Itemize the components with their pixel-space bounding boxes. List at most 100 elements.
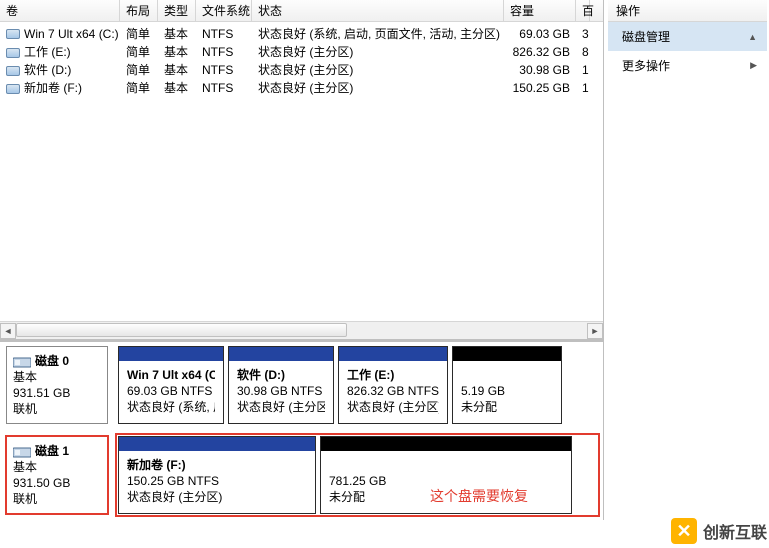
disk-kind: 基本	[13, 459, 101, 475]
col-layout[interactable]: 布局	[120, 0, 158, 21]
brand-logo: ✕ 创新互联	[671, 518, 767, 544]
action-disk-management[interactable]: 磁盘管理 ▲	[608, 22, 767, 51]
col-volume[interactable]: 卷	[0, 0, 120, 21]
volume-name: 软件 (D:)	[24, 63, 71, 77]
volume-layout: 简单	[120, 79, 158, 96]
table-row[interactable]: Win 7 Ult x64 (C:)简单基本NTFS状态良好 (系统, 启动, …	[0, 24, 603, 42]
disk-title: 磁盘 0	[35, 354, 69, 368]
partition-name: 新加卷 (F:)	[127, 457, 307, 473]
drive-icon	[6, 48, 20, 58]
col-capacity[interactable]: 容量	[504, 0, 576, 21]
partition[interactable]: 软件 (D:)30.98 GB NTFS状态良好 (主分区)	[228, 346, 334, 424]
volume-status: 状态良好 (主分区)	[252, 79, 504, 96]
partition-size: 826.32 GB NTFS	[347, 383, 439, 399]
volume-status: 状态良好 (系统, 启动, 页面文件, 活动, 主分区)	[252, 25, 504, 42]
volume-fs: NTFS	[196, 27, 252, 41]
scroll-thumb[interactable]	[16, 323, 347, 337]
action-more[interactable]: 更多操作 ▶	[608, 51, 767, 80]
horizontal-scrollbar[interactable]: ◄ ►	[0, 321, 603, 339]
annotation-text: 这个盘需要恢复	[430, 486, 528, 506]
chevron-up-icon: ▲	[748, 32, 757, 42]
volume-cut: 3	[576, 27, 590, 41]
volume-capacity: 69.03 GB	[504, 27, 576, 41]
actions-title: 操作	[608, 0, 767, 22]
brand-text: 创新互联	[703, 519, 767, 543]
table-row[interactable]: 工作 (E:) 简单基本NTFS状态良好 (主分区)826.32 GB8	[0, 42, 603, 60]
partition-size: 69.03 GB NTFS	[127, 383, 215, 399]
actions-pane: 操作 磁盘管理 ▲ 更多操作 ▶	[607, 0, 767, 520]
partition[interactable]: 新加卷 (F:)150.25 GB NTFS状态良好 (主分区)	[118, 436, 316, 514]
volume-capacity: 30.98 GB	[504, 63, 576, 77]
partition-name: 软件 (D:)	[237, 367, 325, 383]
volume-status: 状态良好 (主分区)	[252, 43, 504, 60]
partition[interactable]: Win 7 Ult x64 (C:69.03 GB NTFS状态良好 (系统, …	[118, 346, 224, 424]
partition-status: 状态良好 (系统, 启动	[127, 399, 215, 415]
action-label: 更多操作	[622, 57, 670, 74]
disk-size: 931.50 GB	[13, 475, 101, 491]
partition-strip	[321, 437, 571, 451]
volume-name: Win 7 Ult x64 (C:)	[24, 27, 119, 41]
volume-type: 基本	[158, 61, 196, 78]
volume-layout: 简单	[120, 43, 158, 60]
col-status[interactable]: 状态	[252, 0, 504, 21]
disk-title: 磁盘 1	[35, 444, 69, 458]
volume-table-header: 卷 布局 类型 文件系统 状态 容量 百	[0, 0, 603, 22]
partition-size: 5.19 GB	[461, 383, 553, 399]
partition-size: 150.25 GB NTFS	[127, 473, 307, 489]
disk-icon	[13, 356, 31, 368]
volume-type: 基本	[158, 25, 196, 42]
disk-partitions: Win 7 Ult x64 (C:69.03 GB NTFS状态良好 (系统, …	[118, 346, 597, 424]
scroll-left-icon[interactable]: ◄	[0, 323, 16, 339]
volume-type: 基本	[158, 79, 196, 96]
partition-status: 未分配	[461, 399, 553, 415]
partition[interactable]: 5.19 GB未分配	[452, 346, 562, 424]
volume-cut: 8	[576, 45, 590, 59]
col-cut[interactable]: 百	[576, 0, 590, 21]
volume-cut: 1	[576, 63, 590, 77]
disk-row: 磁盘 0基本931.51 GB联机Win 7 Ult x64 (C:69.03 …	[6, 346, 597, 424]
volume-fs: NTFS	[196, 45, 252, 59]
drive-icon	[6, 29, 20, 39]
disk-kind: 基本	[13, 369, 101, 385]
brand-mark-icon: ✕	[671, 518, 697, 544]
partition-status: 状态良好 (主分区)	[237, 399, 325, 415]
partition-strip	[119, 437, 315, 451]
chevron-right-icon: ▶	[750, 60, 757, 71]
table-row[interactable]: 新加卷 (F:) 简单基本NTFS状态良好 (主分区)150.25 GB1	[0, 78, 603, 96]
volume-name: 新加卷 (F:)	[24, 81, 82, 95]
volume-layout: 简单	[120, 61, 158, 78]
volume-layout: 简单	[120, 25, 158, 42]
volume-cut: 1	[576, 81, 590, 95]
table-row[interactable]: 软件 (D:) 简单基本NTFS状态良好 (主分区)30.98 GB1	[0, 60, 603, 78]
partition-name: 工作 (E:)	[347, 367, 439, 383]
volume-type: 基本	[158, 43, 196, 60]
disk-size: 931.51 GB	[13, 385, 101, 401]
partition[interactable]: 工作 (E:)826.32 GB NTFS状态良好 (主分区)	[338, 346, 448, 424]
partition-size: 30.98 GB NTFS	[237, 383, 325, 399]
disk-label[interactable]: 磁盘 1基本931.50 GB联机	[6, 436, 108, 514]
volume-fs: NTFS	[196, 63, 252, 77]
drive-icon	[6, 66, 20, 76]
disk-state: 联机	[13, 401, 101, 417]
partition-status: 状态良好 (主分区)	[127, 489, 307, 505]
col-type[interactable]: 类型	[158, 0, 196, 21]
disk-label[interactable]: 磁盘 0基本931.51 GB联机	[6, 346, 108, 424]
volume-fs: NTFS	[196, 81, 252, 95]
partition-strip	[453, 347, 561, 361]
partition-strip	[119, 347, 223, 361]
volume-table[interactable]: 卷 布局 类型 文件系统 状态 容量 百 Win 7 Ult x64 (C:)简…	[0, 0, 603, 321]
volume-name: 工作 (E:)	[24, 45, 71, 59]
disk-state: 联机	[13, 491, 101, 507]
partition-name: Win 7 Ult x64 (C:	[127, 367, 215, 383]
col-fs[interactable]: 文件系统	[196, 0, 252, 21]
partition-status: 状态良好 (主分区)	[347, 399, 439, 415]
partition-strip	[229, 347, 333, 361]
scroll-right-icon[interactable]: ►	[587, 323, 603, 339]
action-label: 磁盘管理	[622, 28, 670, 45]
drive-icon	[6, 84, 20, 94]
volume-capacity: 826.32 GB	[504, 45, 576, 59]
volume-capacity: 150.25 GB	[504, 81, 576, 95]
volume-status: 状态良好 (主分区)	[252, 61, 504, 78]
disk-icon	[13, 446, 31, 458]
partition-strip	[339, 347, 447, 361]
